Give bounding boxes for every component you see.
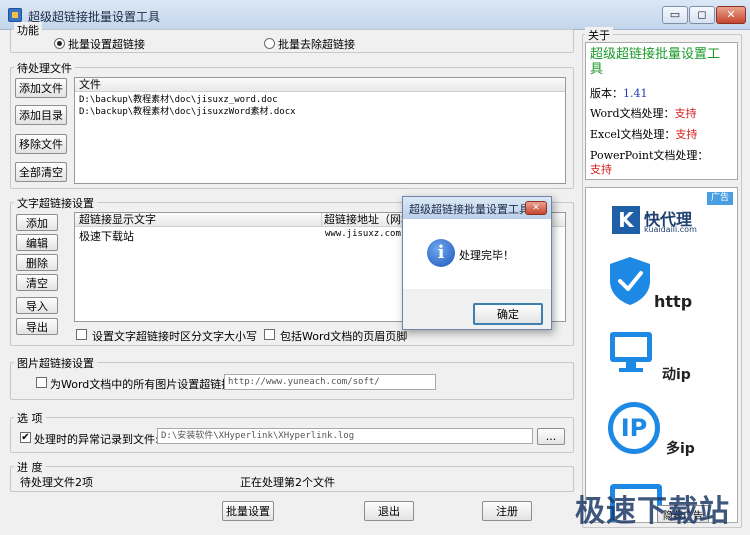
image-link-label: 为Word文档中的所有图片设置超链接: — [50, 378, 236, 391]
file-list-header: 文件 — [75, 78, 565, 92]
image-link-url-input[interactable]: http://www.yuneach.com/soft/ — [224, 374, 436, 390]
remove-file-button[interactable]: 移除文件 — [15, 134, 67, 154]
watermark-text: 极速下载站 — [575, 494, 730, 529]
ip-circle-icon: IP — [608, 402, 660, 454]
export-links-button[interactable]: 导出 — [16, 318, 58, 335]
word-support-label: Word文档处理： — [590, 107, 675, 120]
version-value: 1.41 — [623, 87, 648, 100]
image-link-checkbox[interactable] — [36, 377, 47, 388]
case-sensitive-checkbox[interactable] — [76, 329, 87, 340]
monitor-icon — [610, 332, 652, 372]
clear-links-button[interactable]: 清空 — [16, 274, 58, 291]
ad-badge: 广告 — [707, 192, 733, 205]
ad-http-text: http — [654, 292, 693, 311]
pending-files-label: 待处理文件 — [14, 60, 75, 76]
ad-dynamic-ip-text: 动ip — [662, 367, 691, 383]
ad-multi-ip-text: 多ip — [666, 441, 695, 457]
batch-set-radio[interactable] — [54, 38, 65, 49]
app-icon — [8, 8, 22, 22]
register-button[interactable]: 注册 — [482, 501, 532, 521]
word-support-value: 支持 — [674, 107, 697, 120]
batch-remove-label: 批量去除超链接 — [278, 38, 355, 51]
shield-icon — [610, 257, 650, 305]
excel-support-value: 支持 — [675, 128, 698, 141]
exit-button[interactable]: 退出 — [364, 501, 414, 521]
minimize-icon[interactable]: ▭ — [662, 6, 688, 24]
ppt-support-value: 支持 — [590, 163, 612, 176]
about-group-label: 关于 — [585, 27, 613, 43]
row-display-text: 极速下载站 — [79, 230, 134, 243]
version-label: 版本： — [590, 87, 623, 100]
clear-all-button[interactable]: 全部清空 — [15, 162, 67, 182]
error-log-label: 处理时的异常记录到文件: — [34, 433, 159, 446]
about-app-name: 超级超链接批量设置工具 — [590, 47, 721, 77]
about-info-box: 超级超链接批量设置工具 版本：1.41 Word文档处理：支持 Excel文档处… — [585, 42, 738, 180]
header-footer-checkbox[interactable] — [264, 329, 275, 340]
browse-button[interactable]: ... — [537, 428, 565, 445]
kuaidaili-logo-icon: K — [612, 206, 640, 234]
dialog-close-icon[interactable]: ✕ — [525, 201, 547, 215]
add-directory-button[interactable]: 添加目录 — [15, 105, 67, 125]
batch-remove-radio[interactable] — [264, 38, 275, 49]
progress-group-label: 进 度 — [14, 459, 46, 475]
add-link-button[interactable]: 添加 — [16, 214, 58, 231]
import-links-button[interactable]: 导入 — [16, 297, 58, 314]
text-link-group-label: 文字超链接设置 — [14, 195, 97, 211]
row-link-address: www.jisuxz.com — [325, 229, 401, 239]
ad-panel[interactable]: 广告 K 快代理 kuaidaili.com http 动ip IP 多ip — [585, 187, 738, 523]
window-title: 超级超链接批量设置工具 — [28, 10, 161, 24]
image-link-group-label: 图片超链接设置 — [14, 355, 97, 371]
pending-status-text: 待处理文件2项 — [20, 476, 93, 489]
batch-set-label: 批量设置超链接 — [68, 38, 145, 51]
excel-support-label: Excel文档处理： — [590, 128, 676, 141]
delete-link-button[interactable]: 删除 — [16, 254, 58, 271]
edit-link-button[interactable]: 编辑 — [16, 234, 58, 251]
message-dialog: 超级超链接批量设置工具 ✕ i 处理完毕！ 确定 — [402, 196, 552, 330]
ad-domain-text: kuaidaili.com — [644, 225, 697, 234]
case-sensitive-label: 设置文字超链接时区分文字大小写 — [92, 330, 257, 343]
info-icon: i — [427, 239, 455, 267]
file-list-item[interactable]: D:\backup\教程素材\doc\jisuxzWord素材.docx — [79, 106, 565, 118]
file-list[interactable]: 文件 D:\backup\教程素材\doc\jisuxz_word.doc D:… — [74, 77, 566, 184]
dialog-message: 处理完毕！ — [459, 249, 514, 262]
close-icon[interactable]: ✕ — [716, 6, 746, 24]
header-footer-label: 包括Word文档的页眉页脚 — [280, 330, 408, 343]
error-log-path-input[interactable]: D:\安装软件\XHyperlink\XHyperlink.log — [157, 428, 533, 444]
function-group-label: 功能 — [14, 22, 42, 38]
dialog-ok-button[interactable]: 确定 — [473, 303, 543, 325]
current-status-text: 正在处理第2个文件 — [240, 476, 335, 489]
options-group-label: 选 项 — [14, 410, 46, 426]
error-log-checkbox[interactable]: ✔ — [20, 432, 31, 443]
dialog-title: 超级超链接批量设置工具 — [409, 203, 530, 216]
file-list-item[interactable]: D:\backup\教程素材\doc\jisuxz_word.doc — [79, 94, 565, 106]
column-display-text[interactable]: 超链接显示文字 — [79, 213, 156, 226]
maximize-icon[interactable]: ◻ — [689, 6, 715, 24]
batch-set-button[interactable]: 批量设置 — [222, 501, 274, 521]
add-file-button[interactable]: 添加文件 — [15, 78, 67, 98]
